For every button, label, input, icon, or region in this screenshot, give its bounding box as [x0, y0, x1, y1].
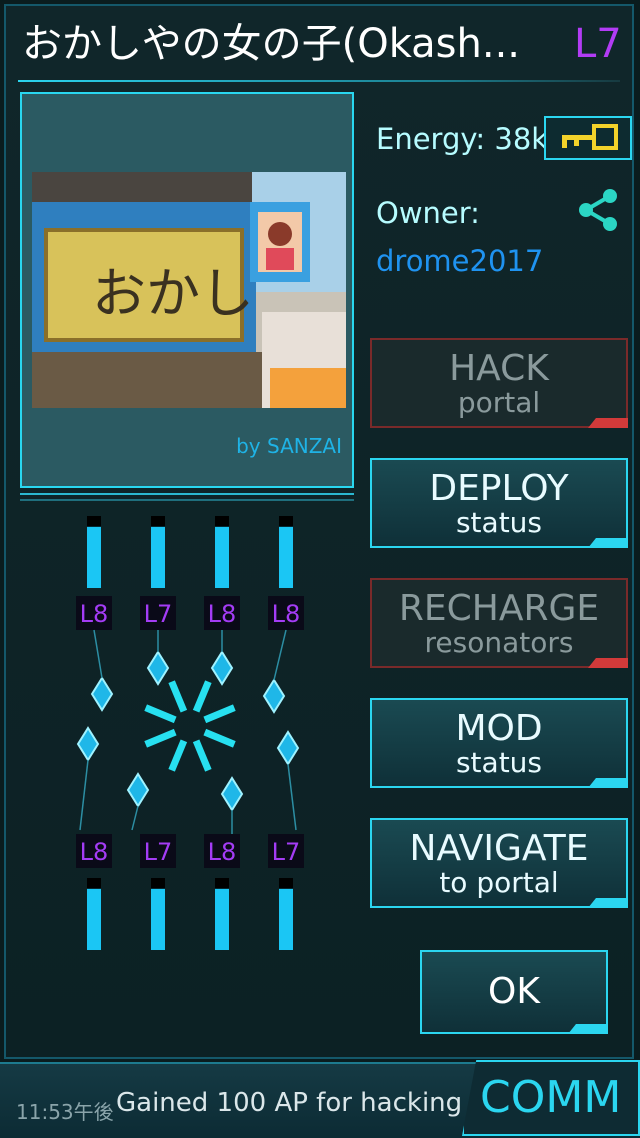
- share-icon[interactable]: [574, 186, 622, 234]
- portal-core-ray: [144, 728, 177, 748]
- portal-core-ray: [192, 680, 212, 713]
- resonator-level-bottom: L8: [208, 838, 237, 866]
- resonator-level-bottom: L7: [272, 838, 301, 866]
- hack-label: HACK: [449, 348, 549, 389]
- mod-status-button[interactable]: MOD status: [370, 698, 628, 788]
- mod-slot-icon: [210, 650, 234, 686]
- portal-core-ray: [192, 739, 212, 772]
- portal-core-ray: [144, 704, 177, 724]
- recharge-label: RECHARGE: [398, 588, 600, 629]
- resonator-graphic: L8 L8 L7 L7 L8 L8 L8 L7: [76, 516, 304, 950]
- comm-tab-label: COMM: [480, 1072, 622, 1123]
- deploy-status-button[interactable]: DEPLOY status: [370, 458, 628, 548]
- resonator-bar-fill-top: [279, 526, 293, 588]
- navigate-button[interactable]: NAVIGATE to portal: [370, 818, 628, 908]
- mod-sublabel: status: [455, 746, 543, 779]
- mod-label: MOD: [455, 708, 543, 749]
- resonator-bar-fill-top: [151, 526, 165, 588]
- mod-slot-icon: [276, 730, 300, 766]
- resonator-bar-fill-top: [87, 526, 101, 588]
- resonator-bar-fill-top: [215, 526, 229, 588]
- resonator-level-bottom: L8: [80, 838, 109, 866]
- connector-line: [287, 763, 297, 831]
- deploy-corner-accent: [588, 538, 628, 548]
- connector-line: [79, 759, 89, 831]
- resonator-diagram: L8 L8 L7 L7 L8 L8 L8 L7: [40, 510, 340, 960]
- resonator-bar-fill-bottom: [87, 888, 101, 950]
- title-divider: [18, 80, 620, 82]
- photo-divider: [20, 493, 354, 495]
- energy-readout: Energy: 38k: [376, 122, 549, 156]
- hack-corner-accent: [588, 418, 628, 428]
- portal-core-ray: [168, 739, 188, 772]
- photo-credit: by SANZAI: [236, 434, 342, 458]
- key-button[interactable]: [544, 116, 632, 160]
- hack-portal-button[interactable]: HACK portal: [370, 338, 628, 428]
- ok-corner-accent: [568, 1024, 608, 1034]
- recharge-resonators-button[interactable]: RECHARGE resonators: [370, 578, 628, 668]
- navigate-corner-accent: [588, 898, 628, 908]
- resonator-level-top: L7: [144, 600, 173, 628]
- mod-slot-icon: [76, 726, 100, 762]
- recharge-corner-accent: [588, 658, 628, 668]
- comm-timestamp: 11:53午後: [16, 1100, 114, 1124]
- svg-text:おかし: おかし: [92, 262, 254, 325]
- resonator-level-bottom: L7: [144, 838, 173, 866]
- resonator-bar-fill-bottom: [279, 888, 293, 950]
- deploy-label: DEPLOY: [429, 468, 569, 509]
- mod-slot-icon: [126, 772, 150, 808]
- mod-slot-icon: [262, 678, 286, 714]
- mod-slot-icon: [220, 776, 244, 812]
- portal-core-ray: [203, 728, 236, 748]
- navigate-label: NAVIGATE: [409, 828, 589, 869]
- portal-photo: おかし: [32, 172, 346, 408]
- key-icon: [562, 124, 618, 150]
- portal-core-ray: [168, 680, 188, 713]
- hack-sublabel: portal: [457, 386, 541, 419]
- portal-level-badge: L7: [574, 21, 622, 67]
- resonator-level-top: L8: [208, 600, 237, 628]
- connector-line: [131, 805, 139, 831]
- owner-name-link[interactable]: drome2017: [376, 244, 543, 278]
- photo-divider-secondary: [20, 499, 354, 501]
- mod-slot-icon: [90, 676, 114, 712]
- portal-core-ray: [203, 704, 236, 724]
- recharge-sublabel: resonators: [424, 626, 574, 659]
- deploy-sublabel: status: [455, 506, 543, 539]
- portal-title: おかしやの女の子(Okash...: [22, 21, 520, 67]
- navigate-sublabel: to portal: [439, 866, 559, 899]
- connector-line: [273, 629, 287, 681]
- resonator-bar-fill-bottom: [215, 888, 229, 950]
- owner-label: Owner:: [376, 196, 480, 230]
- resonator-level-top: L8: [80, 600, 109, 628]
- connector-line: [93, 629, 103, 679]
- ok-button[interactable]: OK: [420, 950, 608, 1034]
- mod-corner-accent: [588, 778, 628, 788]
- resonator-bar-fill-bottom: [151, 888, 165, 950]
- portal-photo-frame[interactable]: おかし by SANZAI: [20, 92, 354, 488]
- mod-slot-icon: [146, 650, 170, 686]
- resonator-level-top: L8: [272, 600, 301, 628]
- ok-label: OK: [488, 971, 540, 1012]
